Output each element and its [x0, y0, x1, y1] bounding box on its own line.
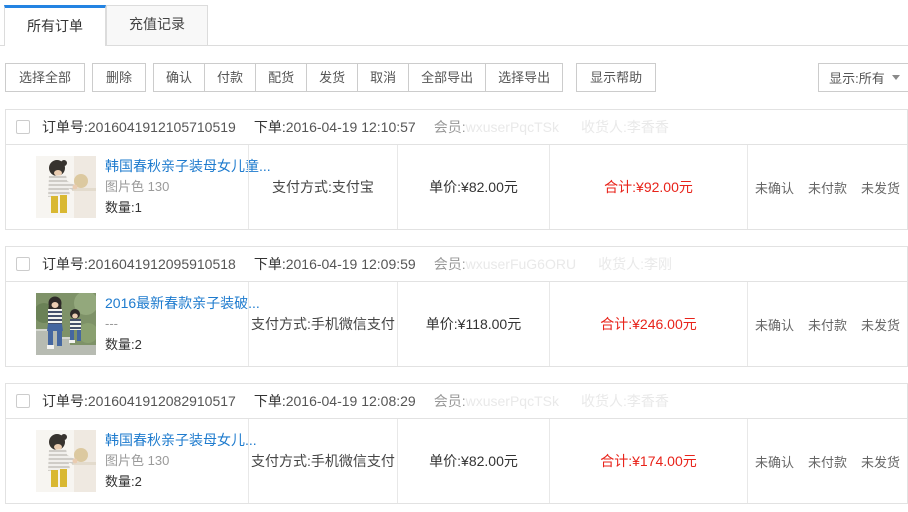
display-filter-dropdown[interactable]: 显示:所有 — [818, 63, 908, 92]
product-image[interactable] — [36, 156, 96, 218]
member-label: 会员: — [434, 391, 466, 411]
tab-bar: 所有订单 充值记录 — [0, 0, 908, 46]
member-label: 会员: — [434, 117, 466, 137]
order-actions-group: 确认 付款 配货 发货 取消 全部导出 选择导出 — [153, 63, 563, 92]
product-quantity: 数量:1 — [105, 200, 142, 215]
order-row: 订单号:2016041912105710519 下单:2016-04-19 12… — [5, 109, 908, 230]
unit-price-cell: 单价:¥118.00元 — [397, 282, 549, 366]
product-name-link[interactable]: 韩国春秋亲子装母女儿... — [105, 430, 257, 450]
order-status-cell: 未确认 未付款 未发货 — [747, 145, 907, 229]
order-status-cell: 未确认 未付款 未发货 — [747, 282, 907, 366]
status-unconfirmed: 未确认 — [755, 178, 794, 197]
export-all-button[interactable]: 全部导出 — [409, 64, 486, 91]
order-total-cell: 合计:¥92.00元 — [549, 145, 747, 229]
member-label: 会员: — [434, 254, 466, 274]
payment-method-cell: 支付方式:支付宝 — [248, 145, 397, 229]
confirm-button[interactable]: 确认 — [154, 64, 205, 91]
product-info: 韩国春秋亲子装母女儿童... 图片色 130 数量:1 — [105, 156, 271, 218]
product-name-link[interactable]: 韩国春秋亲子装母女儿童... — [105, 156, 271, 176]
order-header: 订单号:2016041912095910518 下单:2016-04-19 12… — [6, 247, 907, 282]
payment-method-cell: 支付方式:手机微信支付 — [248, 282, 397, 366]
status-unpaid: 未付款 — [808, 178, 847, 197]
product-quantity: 数量:2 — [105, 474, 142, 489]
consignee-value: 收货人:李刚 — [598, 254, 672, 274]
product-variant: 图片色 130 — [105, 453, 169, 468]
product-variant: 图片色 130 — [105, 179, 169, 194]
product-info: 2016最新春款亲子装破... --- 数量:2 — [105, 293, 260, 355]
order-toolbar: 选择全部 删除 确认 付款 配货 发货 取消 全部导出 选择导出 显示帮助 显示… — [0, 63, 908, 92]
select-all-button[interactable]: 选择全部 — [5, 63, 85, 92]
tab-all-orders[interactable]: 所有订单 — [4, 5, 106, 46]
product-cell: 韩国春秋亲子装母女儿... 图片色 130 数量:2 — [6, 419, 248, 503]
delete-button[interactable]: 删除 — [92, 63, 146, 92]
status-unshipped: 未发货 — [861, 315, 900, 334]
order-body: 2016最新春款亲子装破... --- 数量:2 支付方式:手机微信支付 单价:… — [6, 282, 907, 366]
order-number: 订单号:2016041912105710519 — [42, 117, 236, 137]
order-header: 订单号:2016041912082910517 下单:2016-04-19 12… — [6, 384, 907, 419]
status-unpaid: 未付款 — [808, 452, 847, 471]
display-filter-label: 显示:所有 — [829, 68, 885, 87]
product-name-link[interactable]: 2016最新春款亲子装破... — [105, 293, 260, 313]
order-header: 订单号:2016041912105710519 下单:2016-04-19 12… — [6, 110, 907, 145]
order-total-cell: 合计:¥246.00元 — [549, 282, 747, 366]
chevron-down-icon — [892, 75, 900, 80]
cancel-button[interactable]: 取消 — [358, 64, 409, 91]
product-info: 韩国春秋亲子装母女儿... 图片色 130 数量:2 — [105, 430, 257, 492]
order-row: 订单号:2016041912082910517 下单:2016-04-19 12… — [5, 383, 908, 504]
product-image[interactable] — [36, 430, 96, 492]
product-cell: 韩国春秋亲子装母女儿童... 图片色 130 数量:1 — [6, 145, 248, 229]
export-selected-button[interactable]: 选择导出 — [486, 64, 562, 91]
ship-button[interactable]: 发货 — [307, 64, 358, 91]
show-help-button[interactable]: 显示帮助 — [576, 63, 656, 92]
orders-list: 订单号:2016041912105710519 下单:2016-04-19 12… — [0, 109, 908, 504]
member-value: wxuserFuG6ORU — [466, 256, 576, 272]
order-placed-time: 下单:2016-04-19 12:08:29 — [254, 391, 416, 411]
product-cell: 2016最新春款亲子装破... --- 数量:2 — [6, 282, 248, 366]
status-unconfirmed: 未确认 — [755, 315, 794, 334]
order-number: 订单号:2016041912095910518 — [42, 254, 236, 274]
order-row: 订单号:2016041912095910518 下单:2016-04-19 12… — [5, 246, 908, 367]
order-body: 韩国春秋亲子装母女儿... 图片色 130 数量:2 支付方式:手机微信支付 单… — [6, 419, 907, 503]
unit-price-cell: 单价:¥82.00元 — [397, 419, 549, 503]
status-unshipped: 未发货 — [861, 178, 900, 197]
product-quantity: 数量:2 — [105, 337, 142, 352]
order-checkbox[interactable] — [16, 257, 30, 271]
consignee-value: 收货人:李香香 — [581, 117, 669, 137]
member-value: wxuserPqcTSk — [466, 119, 559, 135]
order-checkbox[interactable] — [16, 120, 30, 134]
status-unpaid: 未付款 — [808, 315, 847, 334]
member-value: wxuserPqcTSk — [466, 393, 559, 409]
pay-button[interactable]: 付款 — [205, 64, 256, 91]
tab-recharge-records[interactable]: 充值记录 — [106, 5, 208, 45]
status-unshipped: 未发货 — [861, 452, 900, 471]
order-checkbox[interactable] — [16, 394, 30, 408]
payment-method-cell: 支付方式:手机微信支付 — [248, 419, 397, 503]
order-number: 订单号:2016041912082910517 — [42, 391, 236, 411]
unit-price-cell: 单价:¥82.00元 — [397, 145, 549, 229]
order-total-cell: 合计:¥174.00元 — [549, 419, 747, 503]
consignee-value: 收货人:李香香 — [581, 391, 669, 411]
product-image[interactable] — [36, 293, 96, 355]
order-body: 韩国春秋亲子装母女儿童... 图片色 130 数量:1 支付方式:支付宝 单价:… — [6, 145, 907, 229]
order-placed-time: 下单:2016-04-19 12:10:57 — [254, 117, 416, 137]
product-variant: --- — [105, 316, 118, 331]
status-unconfirmed: 未确认 — [755, 452, 794, 471]
order-placed-time: 下单:2016-04-19 12:09:59 — [254, 254, 416, 274]
order-status-cell: 未确认 未付款 未发货 — [747, 419, 907, 503]
allocate-button[interactable]: 配货 — [256, 64, 307, 91]
